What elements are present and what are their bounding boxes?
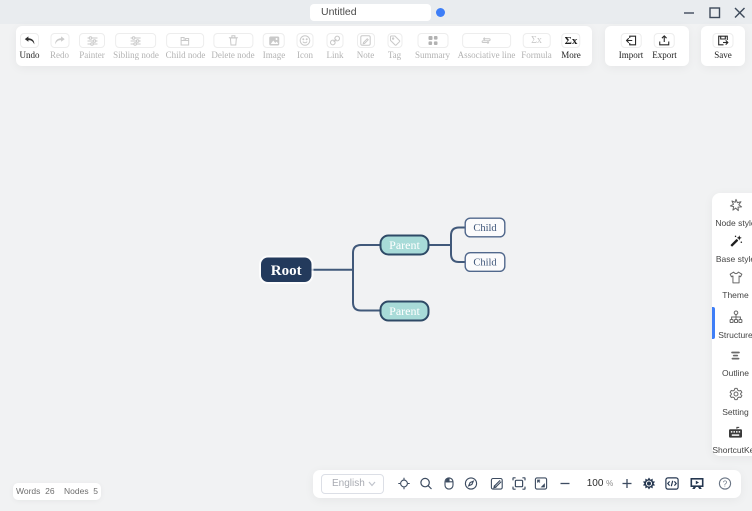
svg-text:?: ? <box>723 479 728 488</box>
svg-text:Child: Child <box>473 258 497 269</box>
svg-text:Child: Child <box>473 223 497 234</box>
svg-text:Parent: Parent <box>389 304 420 318</box>
svg-text:Root: Root <box>271 263 302 279</box>
svg-text:Parent: Parent <box>389 238 420 252</box>
